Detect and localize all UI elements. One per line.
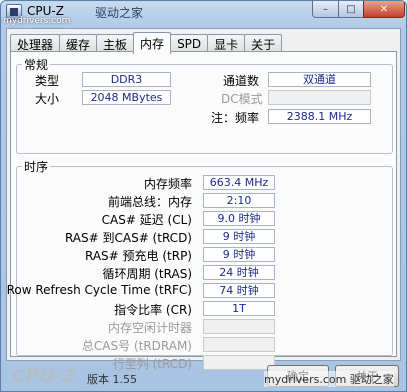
- timing-label: Row Refresh Cycle Time (tRFC): [6, 283, 192, 297]
- timings-legend: 时序: [24, 160, 49, 174]
- timing-value: 74 时钟: [203, 283, 275, 298]
- minimize-icon: –: [323, 3, 328, 15]
- note-frequency-label: 注：频率: [211, 111, 260, 125]
- timing-value: 9.0 时钟: [203, 211, 275, 226]
- timing-label: 内存空闲计时器: [107, 321, 192, 335]
- client-area: 处理器 缓存 主板 内存 SPD 显卡 关于 常规 类型 DDR3 大小 204…: [6, 28, 401, 371]
- size-label: 大小: [35, 92, 60, 106]
- close-icon: ✕: [379, 3, 389, 15]
- note-frequency-value: 2388.1 MHz: [268, 109, 371, 124]
- cpuz-brand-logo: CPU-Z: [12, 366, 77, 387]
- channels-value: 双通道: [268, 72, 371, 87]
- maximize-button[interactable]: □: [338, 1, 364, 18]
- dc-mode-label: DC模式: [221, 92, 263, 106]
- timing-label: RAS# 到CAS# (tRCD): [64, 231, 192, 245]
- minimize-button[interactable]: –: [312, 1, 339, 18]
- tab-strip: 处理器 缓存 主板 内存 SPD 显卡 关于: [10, 32, 283, 54]
- maximize-icon: □: [346, 3, 356, 15]
- general-group: 常规: [16, 56, 393, 154]
- size-value: 2048 MBytes: [82, 90, 171, 105]
- timing-value: 2:10: [203, 193, 275, 208]
- timing-label: 循环周期 (tRAS): [102, 267, 192, 281]
- channels-label: 通道数: [223, 74, 260, 88]
- timing-value: 663.4 MHz: [203, 175, 275, 190]
- timing-value: 1T: [203, 301, 275, 316]
- title-bar[interactable]: CPU-Z mydrivers.com 驱动之家 – □ ✕: [1, 1, 406, 26]
- dc-mode-value: [268, 90, 371, 105]
- timing-value: 9 时钟: [203, 229, 275, 244]
- close-button[interactable]: ✕: [363, 1, 405, 18]
- general-legend: 常规: [24, 58, 49, 72]
- timing-label: CAS# 延迟 (CL): [101, 213, 192, 227]
- watermark-bottom: mydrivers.com 驱动之家: [264, 371, 394, 387]
- timing-value: 24 时钟: [203, 265, 275, 280]
- watermark-text: mydrivers.com: [3, 16, 71, 26]
- version-label: 版本 1.55: [87, 373, 137, 386]
- timing-value: 9 时钟: [203, 247, 275, 262]
- timing-label: 总CAS号 (tRDRAM): [81, 339, 192, 353]
- timing-label: RAS# 预充电 (tRP): [84, 249, 192, 263]
- memory-tab-panel: 常规 类型 DDR3 大小 2048 MBytes 通道数 双通道 DC模式 注…: [6, 51, 397, 371]
- type-value: DDR3: [82, 72, 171, 87]
- timing-label: 前端总线：内存: [107, 195, 192, 209]
- type-label: 类型: [35, 74, 60, 88]
- cpuz-window: CPU-Z mydrivers.com 驱动之家 – □ ✕ 处理器 缓存 主板…: [0, 0, 407, 392]
- title-watermark: 驱动之家: [95, 6, 144, 20]
- timing-label: 内存频率: [143, 177, 192, 191]
- timing-value: [203, 337, 275, 352]
- tab-memory[interactable]: 内存: [133, 32, 172, 54]
- timing-label: 指令比率 (CR): [114, 303, 192, 317]
- timing-value: [203, 319, 275, 334]
